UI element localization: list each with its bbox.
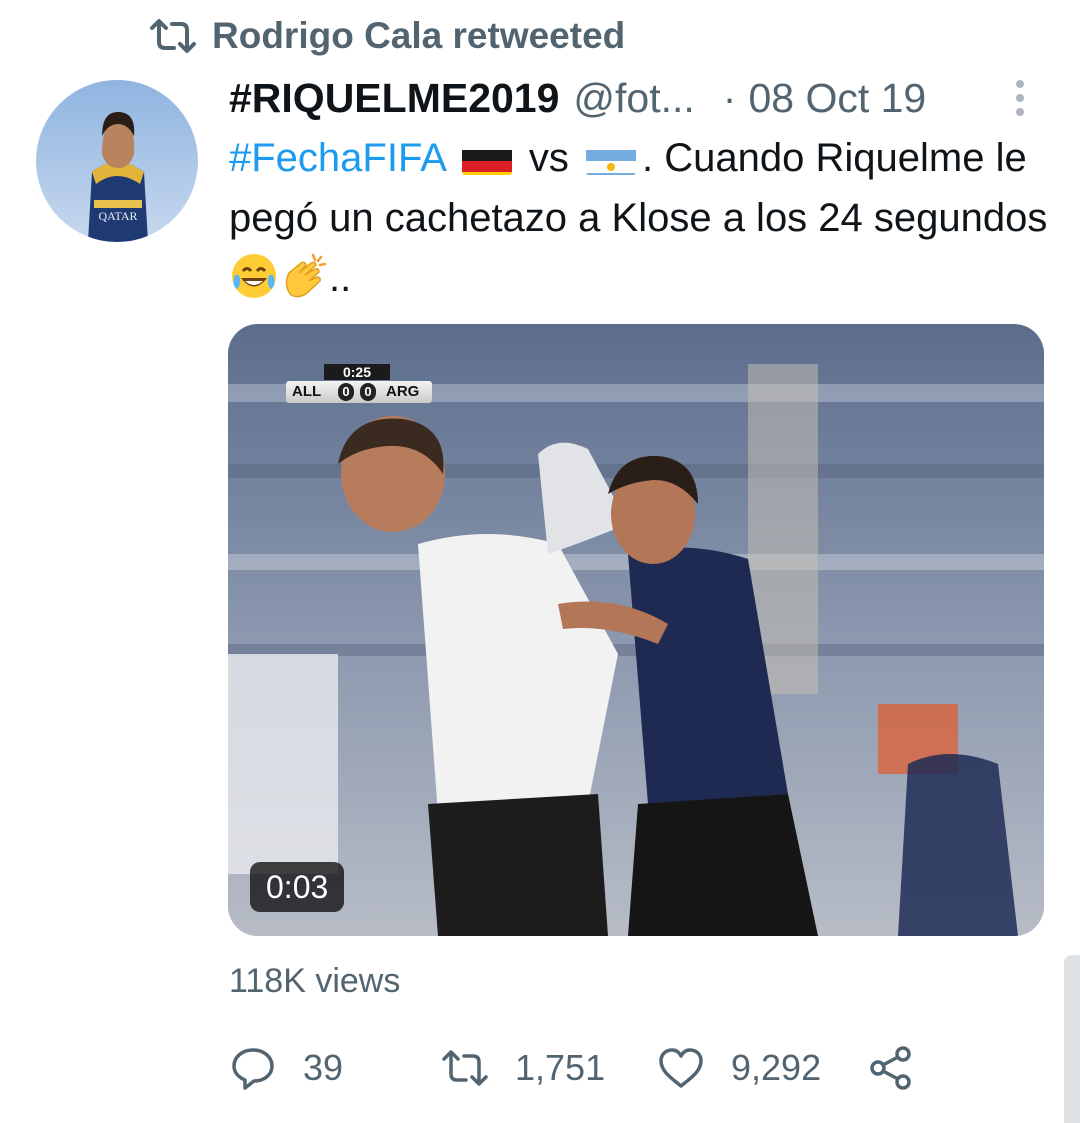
scrollbar[interactable]	[1064, 955, 1080, 1123]
svg-text:QATAR: QATAR	[98, 209, 137, 223]
clapping-hands-icon	[279, 251, 329, 301]
retweet-button[interactable]: 1,751	[441, 1040, 605, 1096]
heart-icon	[659, 1048, 703, 1088]
argentina-flag-icon	[586, 141, 637, 175]
reply-button[interactable]: 39	[229, 1040, 343, 1096]
avatar[interactable]: QATAR	[36, 80, 198, 242]
more-options-icon[interactable]	[1008, 76, 1032, 120]
display-name[interactable]: #RIQUELME2019	[229, 75, 559, 122]
reply-count: 39	[303, 1047, 344, 1088]
like-count: 9,292	[731, 1047, 822, 1088]
face-with-tears-of-joy-icon	[229, 251, 279, 301]
separator: ·	[722, 74, 737, 121]
retweet-icon	[442, 1050, 488, 1086]
video-duration: 0:03	[250, 862, 345, 912]
tweet-text-ending: ..	[329, 256, 352, 300]
tweet-text: #FechaFIFA vs . Cuando Riquelme le pegó …	[229, 128, 1049, 308]
user-handle[interactable]: @fot...	[573, 75, 694, 122]
share-icon	[870, 1046, 911, 1090]
home-team: ALL	[292, 383, 322, 400]
germany-flag-icon	[461, 141, 512, 175]
video-frame	[228, 324, 1044, 936]
away-score: 0	[360, 383, 376, 401]
retweet-icon	[150, 19, 196, 53]
retweet-indicator[interactable]: Rodrigo Cala retweeted	[148, 12, 625, 60]
scoreboard-overlay: 0:25 ALL 0 0 ARG	[286, 364, 432, 404]
match-clock: 0:25	[324, 364, 390, 380]
score-bar: ALL 0 0 ARG	[286, 381, 432, 403]
share-button[interactable]	[867, 1040, 941, 1096]
hashtag-link[interactable]: #FechaFIFA	[229, 136, 445, 180]
home-score: 0	[338, 383, 354, 401]
view-count[interactable]: 118K views	[229, 962, 400, 1001]
like-button[interactable]: 9,292	[657, 1040, 821, 1096]
tweet-header: #RIQUELME2019 @fot... · 08 Oct 19	[229, 70, 1039, 126]
tweet-date[interactable]: 08 Oct 19	[748, 75, 926, 122]
action-bar: 39 1,751 9,292	[229, 1040, 949, 1096]
tweet-text-vs: vs	[528, 136, 569, 180]
retweet-label[interactable]: Rodrigo Cala retweeted	[212, 15, 625, 57]
reply-icon	[232, 1048, 274, 1090]
retweet-count: 1,751	[515, 1047, 606, 1088]
away-team: ARG	[386, 383, 420, 400]
video-player[interactable]: 0:25 ALL 0 0 ARG 0:03	[228, 324, 1044, 936]
